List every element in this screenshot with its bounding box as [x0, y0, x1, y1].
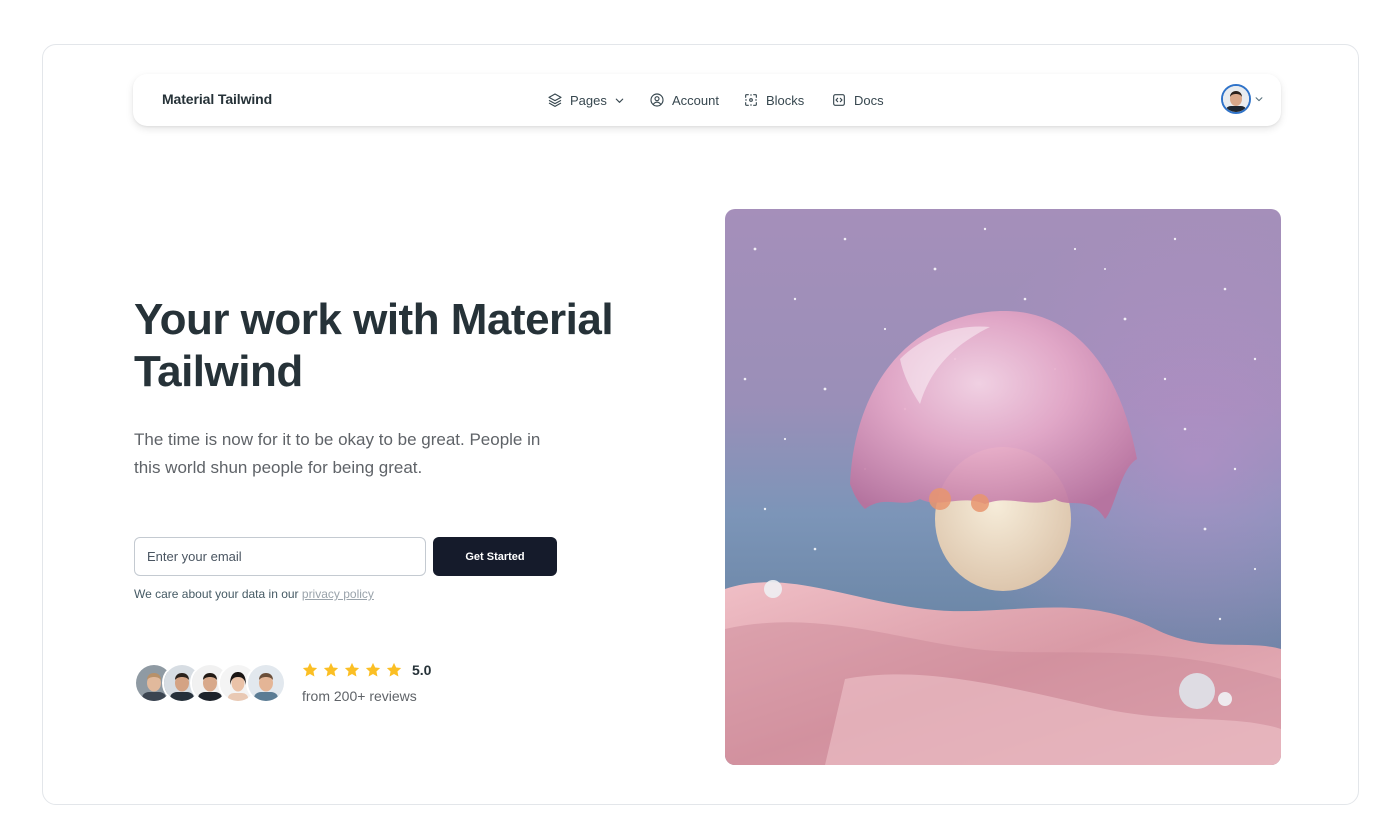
- blocks-icon: [745, 94, 757, 106]
- email-field[interactable]: [134, 537, 426, 576]
- review-count: from 200+ reviews: [302, 688, 417, 704]
- chevron-down-icon: [615, 98, 624, 103]
- code-bracket-icon: [833, 94, 845, 106]
- avatar: [246, 663, 286, 703]
- nav-item-pages[interactable]: Pages: [547, 91, 625, 109]
- star-icon: [365, 662, 381, 677]
- nav-item-label: Account: [672, 92, 719, 108]
- star-icon: [386, 662, 402, 677]
- avatar: [1221, 84, 1251, 114]
- user-menu-button[interactable]: [1221, 84, 1264, 114]
- nav-item-docs[interactable]: Docs: [831, 91, 884, 109]
- nav-item-label: Blocks: [766, 92, 805, 108]
- get-started-button[interactable]: Get Started: [433, 537, 557, 576]
- page-title: Your work with Material Tailwind: [134, 295, 614, 396]
- chevron-down-icon: [1255, 97, 1263, 102]
- hero-image: [725, 209, 1281, 765]
- privacy-text: We care about your data in our: [134, 587, 302, 601]
- privacy-note: We care about your data in our privacy p…: [134, 587, 374, 601]
- user-circle-icon: [650, 93, 664, 107]
- brand-logo-text[interactable]: Material Tailwind: [162, 91, 272, 107]
- rating-value: 5.0: [412, 662, 432, 678]
- reviewer-avatars: [134, 663, 286, 703]
- nav-item-blocks[interactable]: Blocks: [743, 91, 804, 109]
- star-icon: [344, 662, 360, 677]
- star-icon: [302, 662, 318, 677]
- rating-stars: [301, 661, 403, 679]
- nav-item-account[interactable]: Account: [649, 91, 719, 109]
- hero-subtitle: The time is now for it to be okay to be …: [134, 430, 541, 477]
- nav-item-label: Pages: [570, 92, 607, 108]
- privacy-policy-link[interactable]: privacy policy: [302, 587, 374, 601]
- nav-item-label: Docs: [854, 92, 884, 108]
- star-icon: [323, 662, 339, 677]
- navbar: Material Tailwind Pages Account Blocks D…: [133, 74, 1281, 126]
- layers-icon: [548, 93, 562, 107]
